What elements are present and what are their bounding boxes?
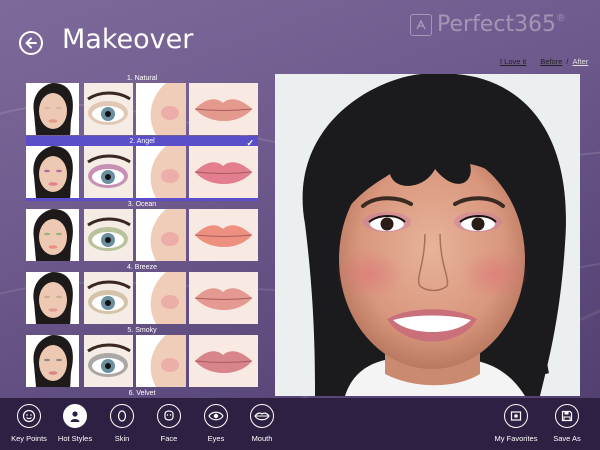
lips-icon (250, 404, 274, 428)
i-love-it-link[interactable]: I Love it (500, 57, 526, 66)
look-lips-thumbnail (189, 335, 258, 387)
look-eye-thumbnail (84, 146, 133, 198)
look-item[interactable]: 2. Angel ✓ (26, 136, 258, 201)
look-eye-thumbnail (84, 335, 133, 387)
look-lips-thumbnail (189, 272, 258, 324)
header: Makeover Perfect365 ® I Love it Before / … (0, 0, 600, 70)
look-cheek-thumbnail (136, 272, 186, 324)
mouth-button[interactable]: Mouth (232, 404, 292, 443)
look-face-thumbnail (26, 146, 79, 198)
look-item[interactable]: 4. Breeze (26, 263, 258, 326)
save-as-button[interactable]: Save As (537, 404, 597, 443)
back-button[interactable] (19, 31, 43, 55)
before-link[interactable]: Before (540, 57, 562, 66)
look-label: 5. Smoky (127, 327, 157, 334)
look-face-thumbnail (26, 83, 79, 135)
look-face-thumbnail (26, 272, 79, 324)
look-cheek-thumbnail (136, 83, 186, 135)
back-arrow-icon (25, 37, 37, 49)
look-item[interactable]: 1. Natural (26, 74, 258, 137)
look-eye-thumbnail (84, 272, 133, 324)
favorites-icon (504, 404, 528, 428)
look-item[interactable]: 5. Smoky (26, 326, 258, 389)
smiley-icon (17, 404, 41, 428)
look-cheek-thumbnail (136, 209, 186, 261)
logo-registered-mark: ® (557, 13, 565, 24)
logo-text: Perfect365 (437, 12, 557, 37)
page-title: Makeover (62, 24, 194, 55)
app-logo: Perfect365 ® (410, 12, 564, 37)
look-eye-thumbnail (84, 83, 133, 135)
look-face-thumbnail (26, 209, 79, 261)
look-lips-thumbnail (189, 83, 258, 135)
look-face-thumbnail (26, 335, 79, 387)
top-links: I Love it Before / After (500, 57, 588, 66)
hot-styles-list[interactable]: 1. Natural 2. Angel ✓ 3. Ocean 4. Breeze 5. S… (26, 74, 258, 396)
look-cheek-thumbnail (136, 335, 186, 387)
look-label: 2. Angel (26, 137, 258, 146)
look-label: 1. Natural (126, 75, 158, 82)
look-lips-thumbnail (189, 146, 258, 198)
face-icon (157, 404, 181, 428)
look-eye-thumbnail (84, 209, 133, 261)
mouth-label: Mouth (251, 434, 273, 443)
save-as-label: Save As (553, 434, 581, 443)
bottom-toolbar: Key Points Hot Styles Skin Face Eyes Mou… (0, 398, 600, 450)
look-item[interactable]: 6. Velvet (26, 389, 258, 396)
save-icon (555, 404, 579, 428)
look-label: 4. Breeze (127, 264, 157, 271)
after-link[interactable]: After (572, 57, 588, 66)
look-lips-thumbnail (189, 209, 258, 261)
look-label: 3. Ocean (127, 201, 157, 208)
look-cheek-thumbnail (136, 146, 186, 198)
eye-icon (204, 404, 228, 428)
skin-icon (110, 404, 134, 428)
makeover-photo (275, 74, 580, 396)
person-icon (63, 404, 87, 428)
look-label: 6. Velvet (128, 390, 156, 396)
before-after-separator: / (566, 57, 569, 66)
look-item[interactable]: 3. Ocean (26, 200, 258, 263)
logo-mark-icon (410, 13, 432, 36)
